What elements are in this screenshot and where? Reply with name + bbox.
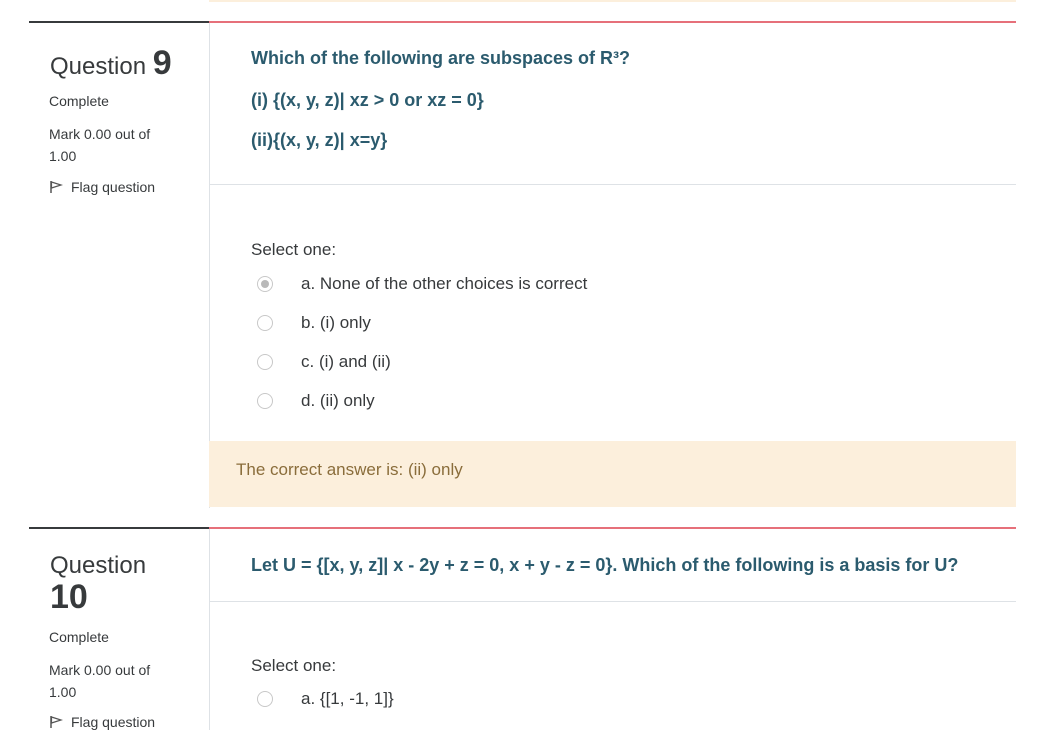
answer-option[interactable]: c. (i) and (ii) (257, 352, 391, 372)
question-separator (209, 184, 1016, 185)
radio-button[interactable] (257, 315, 273, 331)
answer-option[interactable]: a. None of the other choices is correct (257, 274, 587, 294)
correct-answer-text: The correct answer is: (ii) only (236, 460, 463, 479)
radio-button[interactable] (257, 393, 273, 409)
content-left-border (209, 529, 210, 730)
answer-option-label: c. (i) and (ii) (301, 352, 391, 371)
radio-button[interactable] (257, 691, 273, 707)
mark-line-2: 1.00 (49, 148, 77, 164)
question-mark: Mark 0.00 out of 1.00 (49, 123, 150, 167)
flag-question-link[interactable]: Flag question (49, 179, 155, 195)
question-number: Question 9 (50, 44, 172, 83)
flag-icon (50, 716, 63, 728)
question-state: Complete (49, 629, 109, 645)
answer-option-label: d. (ii) only (301, 391, 375, 410)
question-text-line-3: (ii){(x, y, z)| x=y} (251, 130, 388, 150)
question-word: Question (50, 53, 147, 80)
question-number-value: 9 (152, 44, 172, 82)
feedback-box: The correct answer is: (ii) only (209, 441, 1016, 507)
question-mark: Mark 0.00 out of 1.00 (49, 659, 150, 703)
flag-question-link[interactable]: Flag question (49, 714, 155, 730)
mark-line-2: 1.00 (49, 684, 77, 700)
question-number: Question 10 (50, 552, 146, 614)
answer-option-label: a. {[1, -1, 1]} (301, 689, 394, 708)
radio-button-selected[interactable] (257, 276, 273, 292)
flag-icon (50, 181, 63, 193)
question-text-line-2: (i) {(x, y, z)| xz > 0 or xz = 0} (251, 90, 484, 110)
content-left-border (209, 23, 210, 508)
content-divider (209, 21, 1016, 23)
previous-feedback-band (209, 0, 1016, 2)
question-separator (209, 601, 1016, 602)
question-state: Complete (49, 93, 109, 109)
select-one-prompt: Select one: (251, 656, 337, 675)
question-text-line-1: Which of the following are subspaces of … (251, 48, 631, 68)
question-word: Question (50, 552, 147, 579)
answer-option[interactable]: b. (i) only (257, 313, 371, 333)
mark-line-1: Mark 0.00 out of (49, 126, 151, 142)
flag-question-label: Flag question (71, 179, 156, 195)
answer-option[interactable]: d. (ii) only (257, 391, 375, 411)
info-divider (29, 527, 209, 529)
answer-option-label: a. None of the other choices is correct (301, 274, 588, 293)
content-divider (209, 527, 1016, 529)
mark-line-1: Mark 0.00 out of (49, 662, 151, 678)
answer-option[interactable]: a. {[1, -1, 1]} (257, 689, 394, 709)
answer-option-label: b. (i) only (301, 313, 371, 332)
question-number-value: 10 (50, 578, 88, 616)
info-divider (29, 21, 209, 23)
select-one-prompt: Select one: (251, 240, 337, 259)
flag-question-label: Flag question (71, 714, 156, 730)
question-text: Let U = {[x, y, z]| x - 2y + z = 0, x + … (251, 555, 959, 575)
radio-button[interactable] (257, 354, 273, 370)
